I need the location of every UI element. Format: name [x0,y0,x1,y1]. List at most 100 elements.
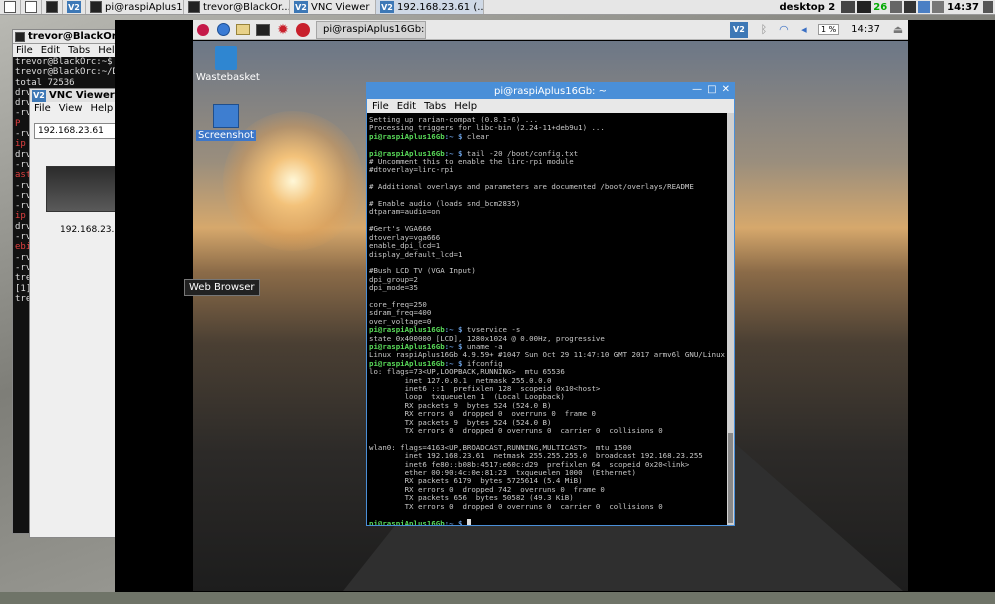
menu-help[interactable]: Hel [98,45,114,56]
menu-edit[interactable]: Edit [41,45,60,56]
battery-icon[interactable] [932,1,945,13]
cpu-graph-icon [857,1,872,13]
terminal-icon [90,1,102,13]
cpu-usage-monitor: 1 % [817,24,840,35]
bluetooth-icon[interactable]: ᛒ [756,22,772,38]
menu-view[interactable]: View [59,103,83,114]
terminal-icon [15,31,25,42]
host-clock[interactable]: 14:37 [947,2,979,13]
file-manager-icon[interactable] [235,22,251,38]
host-terminal-launcher[interactable] [42,0,63,14]
desktop-icon-label: Wastebasket [196,72,260,83]
vnc-viewer-window[interactable]: V2 VNC Viewer File View Help 192.168.23.6… [29,88,126,538]
screenshot-icon [213,104,239,128]
tooltip: Web Browser [184,279,260,296]
panel-task-terminal[interactable]: pi@raspiAplus16Gb: ~ [316,20,426,39]
volume-icon[interactable]: ◂ [796,22,812,38]
host-menu-button[interactable] [0,0,21,14]
menu-help[interactable]: Help [90,103,113,114]
web-browser-icon[interactable] [215,22,231,38]
menu-tabs[interactable]: Tabs [424,101,446,112]
prompt-user: pi@raspiAplus16Gb [369,518,445,525]
desktop-label[interactable]: desktop 2 [779,2,835,13]
terminal-line: ip [15,211,26,222]
taskbar-item-label: pi@raspiAplus1... [105,1,184,13]
panel-task-label: pi@raspiAplus16Gb: ~ [323,24,426,35]
vnc-server-icon[interactable]: V2 [729,21,748,38]
vnc-address-input[interactable]: 192.168.23.61 [34,123,118,139]
taskbar-item-pi-terminal[interactable]: pi@raspiAplus1... [86,0,184,14]
vnc-icon: V2 [294,1,308,13]
host-bottom-edge [0,592,995,604]
terminal-line: P [15,118,21,129]
menu-bar: File Edit Tabs Help [367,99,734,113]
vnc-icon: V2 [32,89,46,102]
terminal-line: trevor@BlackOrc:~$ [15,57,113,67]
cpu-percent: 26 [873,1,888,13]
taskbar-item-label: trevor@BlackOr... [203,1,290,13]
folder-icon [25,1,37,13]
menu-icon [4,1,16,13]
terminal-command: clear [462,131,490,141]
prompt-path: :~ $ [444,131,463,141]
menu-edit[interactable]: Edit [397,101,416,112]
window-title: VNC Viewer [49,90,115,101]
menu-file[interactable]: File [16,45,33,56]
text-cursor: _ [466,518,472,525]
host-files-button[interactable] [21,0,42,14]
taskbar-item-trevor-terminal[interactable]: trevor@BlackOr... [184,0,290,14]
network-icon[interactable] [890,1,903,13]
terminal-icon [46,1,58,13]
menu-help[interactable]: Help [454,101,477,112]
volume-icon[interactable] [841,1,856,13]
host-taskbar: V2 pi@raspiAplus1... trevor@BlackOr... V… [0,0,995,15]
pi-terminal-window[interactable]: pi@raspiAplus16Gb: ~ — □ ✕ File Edit Tab… [366,82,735,526]
terminal-line: TX errors 0 dropped 0 overruns 0 carrier… [369,501,663,511]
terminal-line: trevor@BlackOrc:~/D [15,67,118,78]
raspberry-menu-icon[interactable] [195,22,211,38]
menu-bar: File View Help [30,102,120,115]
scrollbar[interactable] [727,113,734,525]
window-titlebar[interactable]: trevor@BlackOrc [13,30,123,44]
host-vnc-launcher[interactable]: V2 [63,0,86,14]
terminal-line: total 72536 [15,77,75,88]
remote-clock[interactable]: 14:37 [851,24,880,35]
vnc-icon: V2 [67,1,81,13]
menu-tabs[interactable]: Tabs [68,45,90,56]
wolfram-icon[interactable] [295,22,311,38]
terminal-icon[interactable] [255,22,271,38]
monitor-icon[interactable] [904,1,917,13]
logout-icon[interactable] [983,1,993,13]
terminal-output[interactable]: Setting up rarian-compat (0.8.1-6) ... P… [367,113,734,525]
terminal-line: display_default_lcd=1 [369,249,463,259]
taskbar-item-vnc-viewer[interactable]: V2 VNC Viewer [290,0,376,14]
terminal-line: ip [15,139,26,150]
terminal-line: dpi_mode=35 [369,283,418,293]
window-titlebar[interactable]: pi@raspiAplus16Gb: ~ — □ ✕ [367,83,734,99]
terminal-line: dtparam=audio=on [369,207,441,217]
trash-icon [215,46,237,70]
terminal-line: # Additional overlays and parameters are… [369,182,694,192]
remote-panel: ✹ pi@raspiAplus16Gb: ~ V2 ᛒ ◠ ◂ 1 % 14:3… [193,20,908,40]
prompt-user: pi@raspiAplus16Gb [369,131,445,141]
window-titlebar[interactable]: V2 VNC Viewer [30,89,120,102]
desktop-icon-wastebasket[interactable]: Wastebasket [196,46,260,83]
window-title: pi@raspiAplus16Gb: ~ [494,85,607,97]
maximize-icon[interactable]: □ [707,84,716,95]
wifi-icon[interactable]: ◠ [776,22,792,38]
eject-icon[interactable]: ⏏ [890,22,906,38]
desktop-icon-label: Screenshot [196,130,256,141]
scrollbar-thumb[interactable] [728,433,733,523]
taskbar-item-label: VNC Viewer [311,1,370,13]
close-icon[interactable]: ✕ [722,84,730,95]
menu-file[interactable]: File [372,101,389,112]
connection-thumbnail[interactable] [46,166,116,212]
terminal-line: TX errors 0 dropped 0 overruns 0 carrier… [369,426,663,436]
mathematica-icon[interactable]: ✹ [275,22,291,38]
taskbar-item-label: 192.168.23.61 (... [397,1,484,13]
desktop-icon-screenshot[interactable]: Screenshot [196,104,256,141]
menu-file[interactable]: File [34,103,51,114]
minimize-icon[interactable]: — [692,84,702,95]
taskbar-item-vnc-session[interactable]: V2 192.168.23.61 (... [376,0,484,14]
edit-icon[interactable] [918,1,931,13]
